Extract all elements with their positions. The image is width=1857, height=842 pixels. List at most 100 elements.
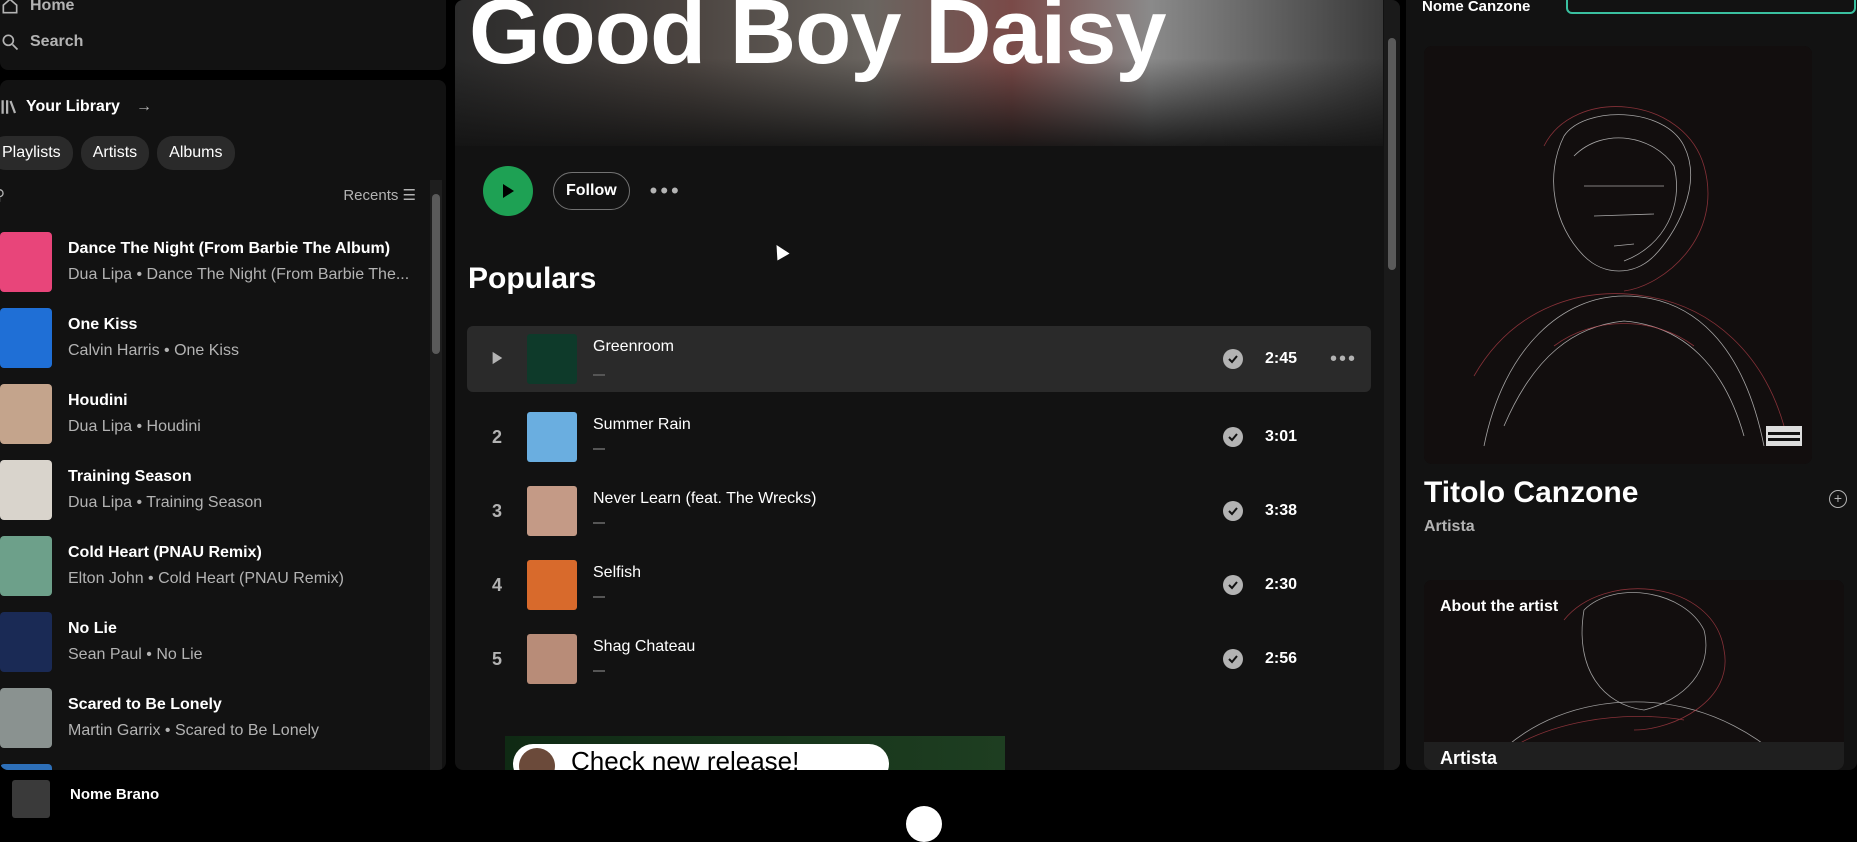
- library-item-title: No Lie: [68, 620, 117, 637]
- nav-panel: Home Search: [0, 0, 446, 70]
- list-icon: ☰: [402, 187, 416, 204]
- track-number: 4: [491, 574, 502, 595]
- track-play-icon[interactable]: [467, 349, 527, 370]
- library-item-text: No Lie Sean Paul • No Lie: [68, 620, 428, 664]
- library-item-subtitle: Dua Lipa • Training Season: [68, 494, 263, 511]
- song-title: Titolo Canzone: [1424, 476, 1639, 509]
- track-duration: 3:01: [1264, 428, 1297, 445]
- about-artist-name: Artista: [1424, 742, 1844, 770]
- track-row[interactable]: 4 Selfish 2:30: [467, 548, 1371, 622]
- release-banner-pill[interactable]: Check new release!: [513, 744, 889, 770]
- track-explicit-marker: [593, 448, 605, 450]
- song-artist[interactable]: Artista: [1424, 518, 1475, 536]
- section-title: Populars: [468, 262, 597, 295]
- library-item-title: Houdini: [68, 392, 128, 409]
- library-search-icon[interactable]: ⚲: [0, 186, 5, 204]
- now-playing-header: Nome Canzone: [1422, 0, 1531, 15]
- track-number: 3: [491, 500, 502, 521]
- library-item-title: Cold Heart (PNAU Remix): [68, 544, 262, 561]
- arrow-right-icon[interactable]: →: [136, 98, 152, 116]
- search-icon: [2, 34, 19, 51]
- library-item[interactable]: Houdini Dua Lipa • Houdini: [0, 376, 430, 452]
- saved-check-icon[interactable]: [1223, 427, 1243, 447]
- play-button[interactable]: [483, 166, 533, 216]
- track-cover: [527, 486, 577, 536]
- track-explicit-marker: [593, 596, 605, 598]
- main-scrollbar[interactable]: [1384, 0, 1400, 770]
- player-track-name[interactable]: Nome Brano: [70, 786, 159, 803]
- library-item-subtitle: Dua Lipa • Dance The Night (From Barbie …: [68, 266, 410, 283]
- track-title[interactable]: Greenroom: [593, 338, 1103, 356]
- library-item-subtitle: Calvin Harris • One Kiss: [68, 342, 239, 359]
- main-scrollbar-thumb[interactable]: [1388, 38, 1396, 270]
- saved-check-icon[interactable]: [1223, 349, 1243, 369]
- add-icon[interactable]: +: [1829, 490, 1847, 508]
- track-title[interactable]: Shag Chateau: [593, 638, 1103, 656]
- library-item[interactable]: Dance The Night (From Barbie The Album) D…: [0, 224, 430, 300]
- library-item-subtitle: Sean Paul • No Lie: [68, 646, 203, 663]
- library-scrollbar-thumb[interactable]: [432, 194, 440, 354]
- library-item-cover: [0, 688, 52, 748]
- popular-tracks: Greenroom 2:45 ••• 2 Summer Rain 3:01 3 Never L…: [467, 326, 1371, 696]
- track-duration: 2:30: [1264, 576, 1297, 593]
- library-item-subtitle: Martin Garrix • Scared to Be Lonely: [68, 722, 320, 739]
- library-item-text: Training Season Dua Lipa • Training Seaso…: [68, 468, 428, 512]
- saved-check-icon[interactable]: [1223, 575, 1243, 595]
- library-title: Your Library: [26, 98, 120, 115]
- track-title[interactable]: Never Learn (feat. The Wrecks): [593, 490, 1103, 508]
- library-item-cover: [0, 308, 52, 368]
- chip-albums[interactable]: Albums: [157, 136, 235, 170]
- more-options-icon[interactable]: •••: [650, 178, 682, 204]
- track-explicit-marker: [593, 374, 605, 376]
- library-item-title: One Kiss: [68, 316, 138, 333]
- nav-home[interactable]: Home: [0, 0, 74, 16]
- player-play-button[interactable]: [906, 806, 942, 842]
- about-artist-card[interactable]: About the artist Artista: [1424, 580, 1844, 770]
- track-row[interactable]: 5 Shag Chateau 2:56: [467, 622, 1371, 696]
- library-tools: ⚲ Recents ☰: [0, 180, 416, 210]
- track-more-icon[interactable]: •••: [1330, 348, 1357, 371]
- now-playing-panel: Nome Canzone Titolo Canzone Artista + Ab: [1406, 0, 1857, 770]
- library-item-text: Houdini Dua Lipa • Houdini: [68, 392, 428, 436]
- library-item[interactable]: Cold Heart (PNAU Remix) Elton John • Cold…: [0, 528, 430, 604]
- cover-art: [1424, 46, 1812, 464]
- track-number: 2: [491, 426, 502, 447]
- chip-playlists[interactable]: Playlists: [0, 136, 73, 170]
- library-item[interactable]: No Lie Sean Paul • No Lie: [0, 604, 430, 680]
- release-banner[interactable]: Check new release!: [505, 736, 1005, 770]
- library-item[interactable]: Training Season Dua Lipa • Training Seaso…: [0, 452, 430, 528]
- saved-check-icon[interactable]: [1223, 649, 1243, 669]
- chip-artists[interactable]: Artists: [80, 136, 150, 170]
- track-duration: 3:38: [1264, 502, 1297, 519]
- library-header[interactable]: Your Library →: [0, 98, 152, 116]
- library-item-title: Dance The Night (From Barbie The Album): [68, 240, 391, 257]
- sort-recents[interactable]: Recents ☰: [343, 186, 416, 204]
- library-item-cover: [0, 764, 52, 770]
- library-item[interactable]: One Kiss Calvin Harris • One Kiss: [0, 300, 430, 376]
- track-title[interactable]: Summer Rain: [593, 416, 1103, 434]
- track-cover: [527, 334, 577, 384]
- track-duration: 2:56: [1264, 650, 1297, 667]
- library-panel: Your Library → Playlists Artists Albums …: [0, 80, 446, 770]
- play-icon: [503, 184, 514, 198]
- about-artist-label: About the artist: [1440, 598, 1559, 615]
- saved-check-icon[interactable]: [1223, 501, 1243, 521]
- track-title[interactable]: Selfish: [593, 564, 1103, 582]
- nav-home-label: Home: [30, 0, 75, 14]
- follow-button[interactable]: Follow: [553, 172, 630, 210]
- library-scrollbar[interactable]: [430, 180, 442, 770]
- artist-action-bar: Follow •••: [483, 166, 682, 216]
- library-item-cover: [0, 536, 52, 596]
- library-item-text: Dance The Night (From Barbie The Album) D…: [68, 240, 428, 284]
- player-bar: Nome Brano: [0, 772, 1857, 842]
- library-item-subtitle: Dua Lipa • Houdini: [68, 418, 201, 435]
- track-row[interactable]: 3 Never Learn (feat. The Wrecks) 3:38: [467, 474, 1371, 548]
- nav-search[interactable]: Search: [0, 32, 83, 52]
- track-row[interactable]: Greenroom 2:45 •••: [467, 326, 1371, 392]
- album-cover: [1424, 46, 1812, 464]
- track-cover: [527, 634, 577, 684]
- track-row[interactable]: 2 Summer Rain 3:01: [467, 400, 1371, 474]
- now-playing-header-bar: [1566, 0, 1856, 14]
- library-item[interactable]: Levitating: [0, 756, 430, 770]
- library-item[interactable]: Scared to Be Lonely Martin Garrix • Scare…: [0, 680, 430, 756]
